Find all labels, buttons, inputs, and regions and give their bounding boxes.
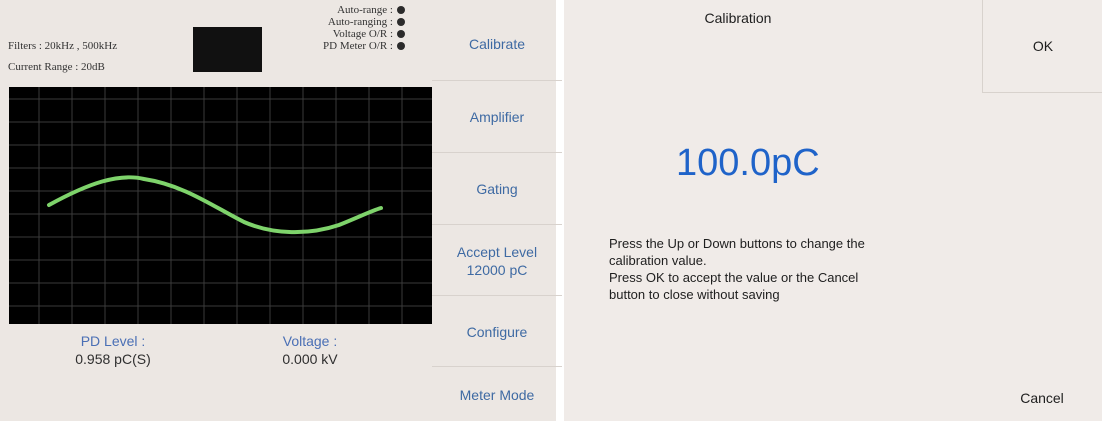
- status-label: PD Meter O/R :: [323, 40, 393, 52]
- dialog-title: Calibration: [704, 10, 772, 26]
- filters-text: Filters : 20kHz , 500kHz: [8, 40, 118, 52]
- status-voltage-or: Voltage O/R :: [265, 28, 405, 40]
- amplifier-button[interactable]: Amplifier: [432, 82, 562, 153]
- accept-level-button[interactable]: Accept Level 12000 pC: [432, 226, 562, 296]
- status-indicators: Auto-range : Auto-ranging : Voltage O/R …: [265, 4, 405, 52]
- scope-grid: [9, 87, 432, 324]
- led-icon: [397, 30, 405, 38]
- instruction-line: button to close without saving: [609, 287, 780, 302]
- pd-level-value: 0.958 pC(S): [75, 351, 151, 367]
- instruction-line: Press OK to accept the value or the Canc…: [609, 270, 859, 285]
- cancel-button[interactable]: Cancel: [982, 374, 1102, 421]
- instruction-line: calibration value.: [609, 253, 707, 268]
- status-auto-range: Auto-range :: [265, 4, 405, 16]
- configure-button[interactable]: Configure: [432, 298, 562, 367]
- pd-level-label: PD Level :: [80, 333, 146, 349]
- current-range-text: Current Range : 20dB: [8, 61, 105, 73]
- calibrate-button[interactable]: Calibrate: [432, 8, 562, 81]
- filter-info: Filters : 20kHz , 500kHz Current Range :…: [8, 36, 117, 78]
- status-auto-ranging: Auto-ranging :: [265, 16, 405, 28]
- gating-button[interactable]: Gating: [432, 154, 562, 225]
- status-label: Auto-ranging :: [327, 16, 393, 28]
- calibration-instructions: Press the Up or Down buttons to change t…: [609, 235, 969, 303]
- scope-svg: [9, 87, 432, 324]
- status-label: Auto-range :: [337, 4, 393, 16]
- led-icon: [397, 6, 405, 14]
- ok-button[interactable]: OK: [982, 0, 1102, 93]
- calibration-value: 100.0pC: [676, 142, 820, 184]
- led-icon: [397, 18, 405, 26]
- voltage-readout: Voltage : 0.000 kV: [210, 333, 410, 367]
- instruction-line: Press the Up or Down buttons to change t…: [609, 236, 865, 251]
- voltage-label: Voltage :: [282, 333, 338, 349]
- meter-mode-button[interactable]: Meter Mode: [432, 368, 562, 421]
- oscilloscope-display: [9, 87, 432, 324]
- display-box: [193, 27, 262, 72]
- pd-waveform-trace: [47, 175, 383, 235]
- status-label: Voltage O/R :: [332, 28, 393, 40]
- led-icon: [397, 42, 405, 50]
- status-pd-meter-or: PD Meter O/R :: [265, 40, 405, 52]
- pd-level-readout: PD Level : 0.958 pC(S): [13, 333, 213, 367]
- voltage-value: 0.000 kV: [282, 351, 338, 367]
